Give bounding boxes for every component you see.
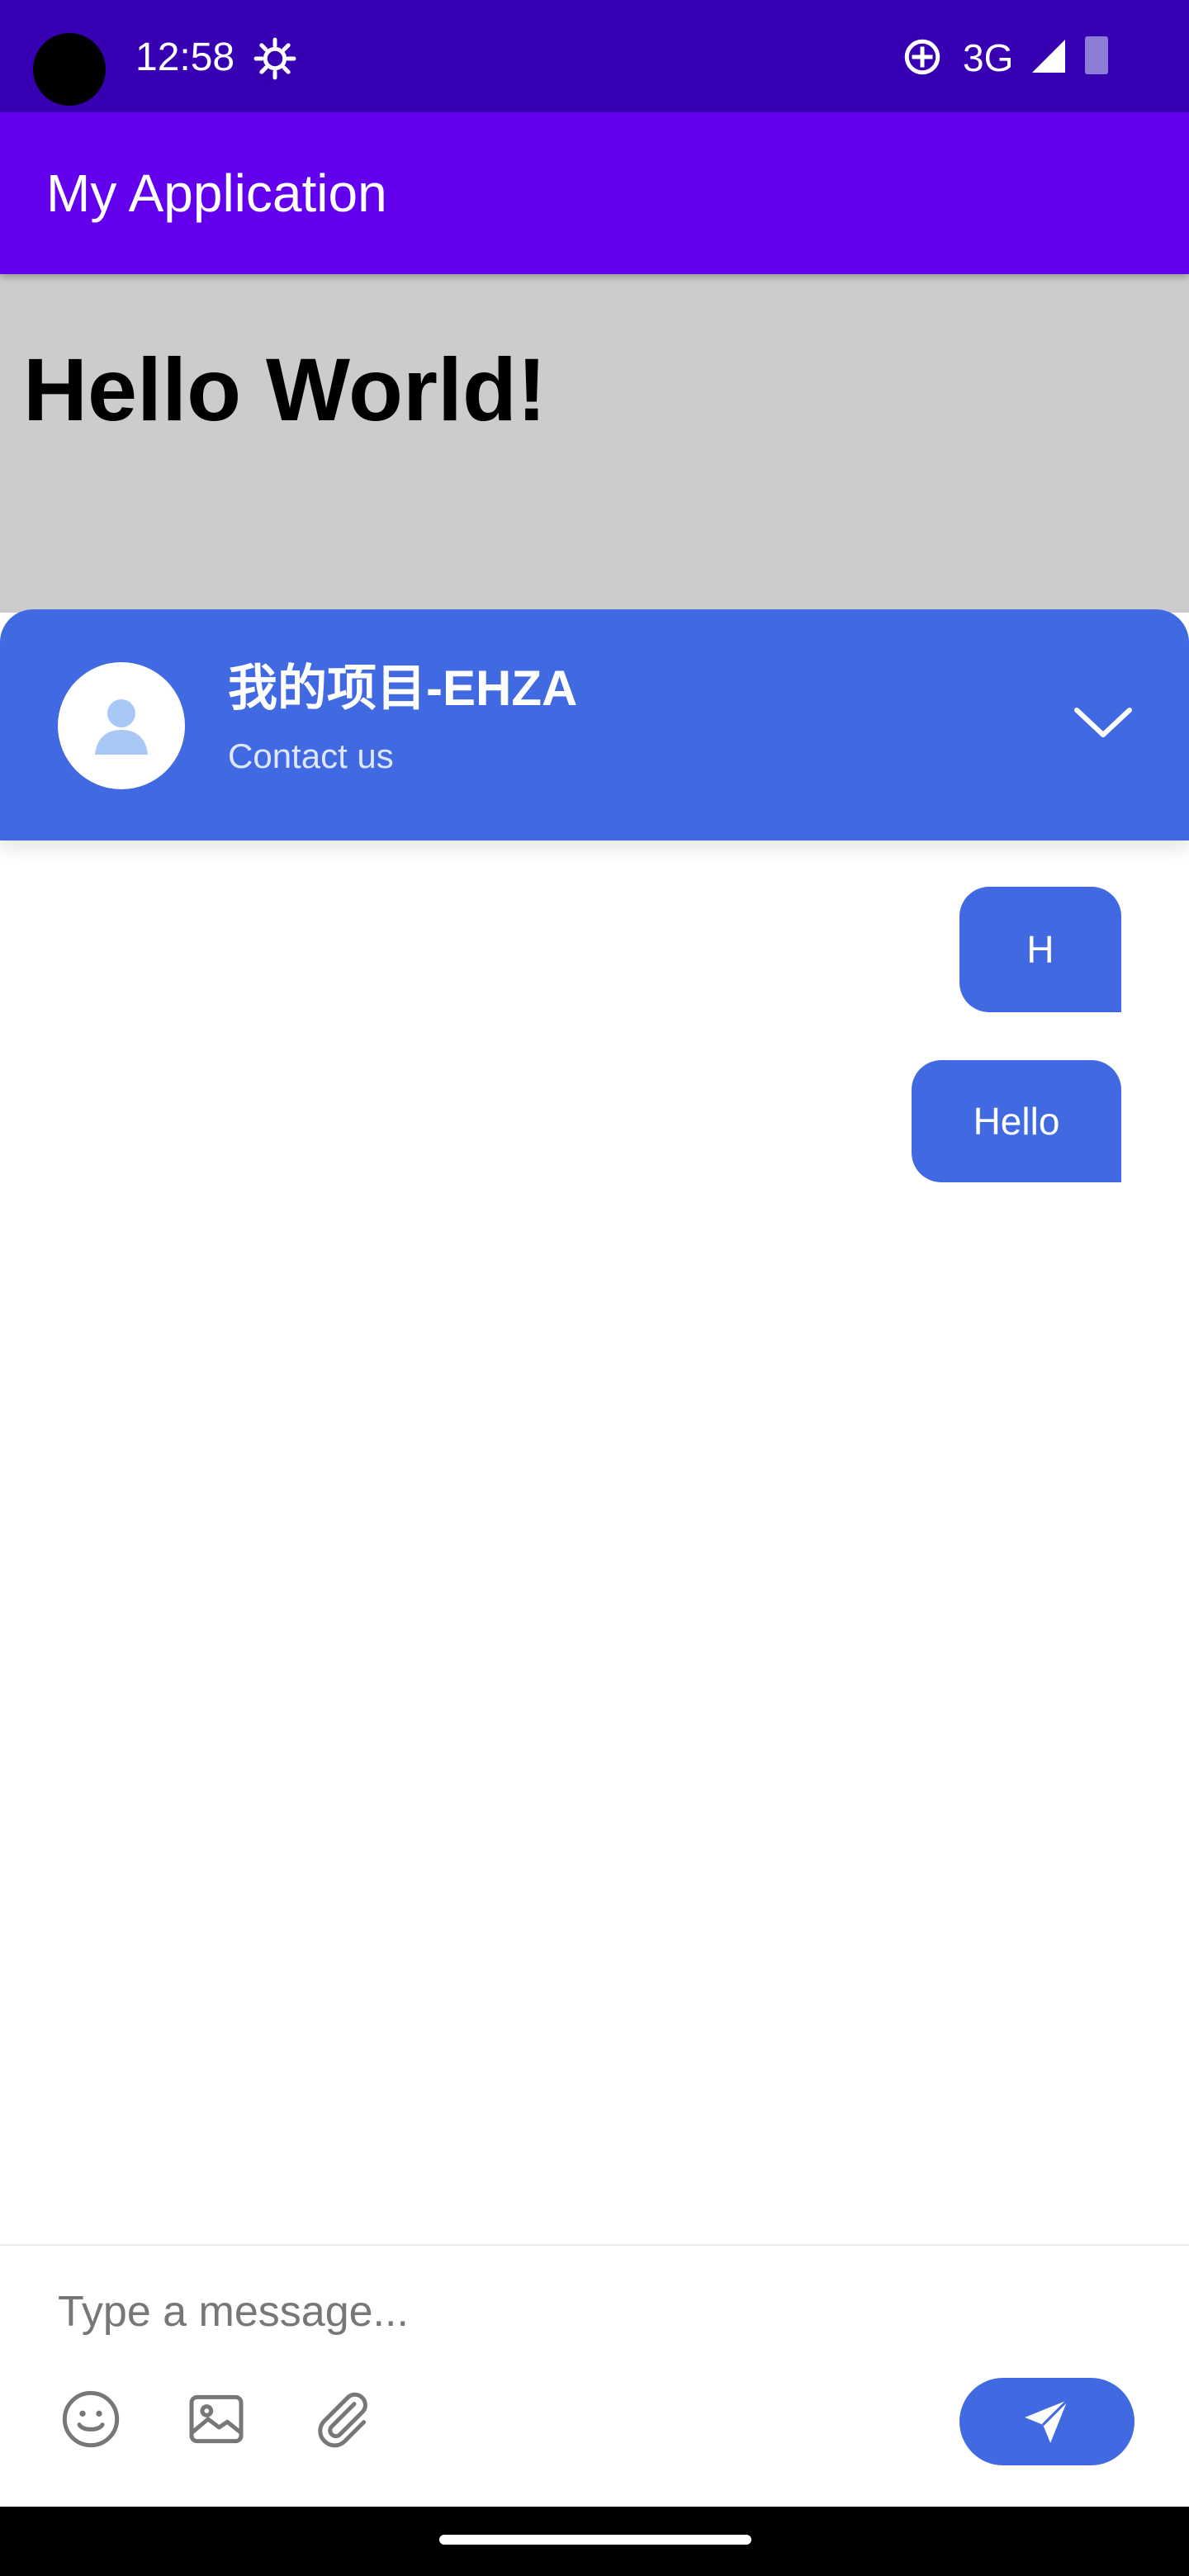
battery-icon <box>1085 36 1108 74</box>
attachment-icon[interactable] <box>309 2386 375 2452</box>
status-bar: 12:58 3G <box>0 0 1189 112</box>
emoji-icon[interactable] <box>58 2386 124 2452</box>
network-type: 3G <box>963 36 1014 79</box>
signal-icon <box>1032 40 1065 73</box>
hello-heading: Hello World! <box>23 339 547 439</box>
chat-header[interactable]: 我的项目-EHZA Contact us <box>0 609 1189 841</box>
front-camera-cutout <box>33 33 106 106</box>
message-bubble: Hello <box>912 1060 1121 1182</box>
message-input[interactable] <box>33 2271 1189 2353</box>
home-indicator[interactable] <box>439 2535 751 2545</box>
message-composer <box>0 2244 1189 2508</box>
avatar <box>58 662 185 789</box>
send-button[interactable] <box>959 2378 1135 2465</box>
app-bar: My Application <box>0 112 1189 274</box>
chevron-down-icon[interactable] <box>1070 698 1136 748</box>
screen-rotate-icon <box>904 39 940 75</box>
chat-title: 我的项目-EHZA <box>228 661 578 716</box>
settings-gear-icon <box>253 37 296 80</box>
status-time: 12:58 <box>135 36 235 79</box>
user-avatar-icon <box>95 699 148 755</box>
message-bubble: H <box>959 887 1121 1012</box>
navigation-bar <box>0 2507 1189 2576</box>
chat-subtitle: Contact us <box>228 736 394 775</box>
send-icon <box>1025 2399 1068 2443</box>
app-title: My Application <box>46 163 387 223</box>
main-content: Hello World! <box>0 274 1189 613</box>
chat-panel: 我的项目-EHZA Contact us H Hello <box>0 609 1189 2508</box>
image-icon[interactable] <box>183 2386 249 2452</box>
